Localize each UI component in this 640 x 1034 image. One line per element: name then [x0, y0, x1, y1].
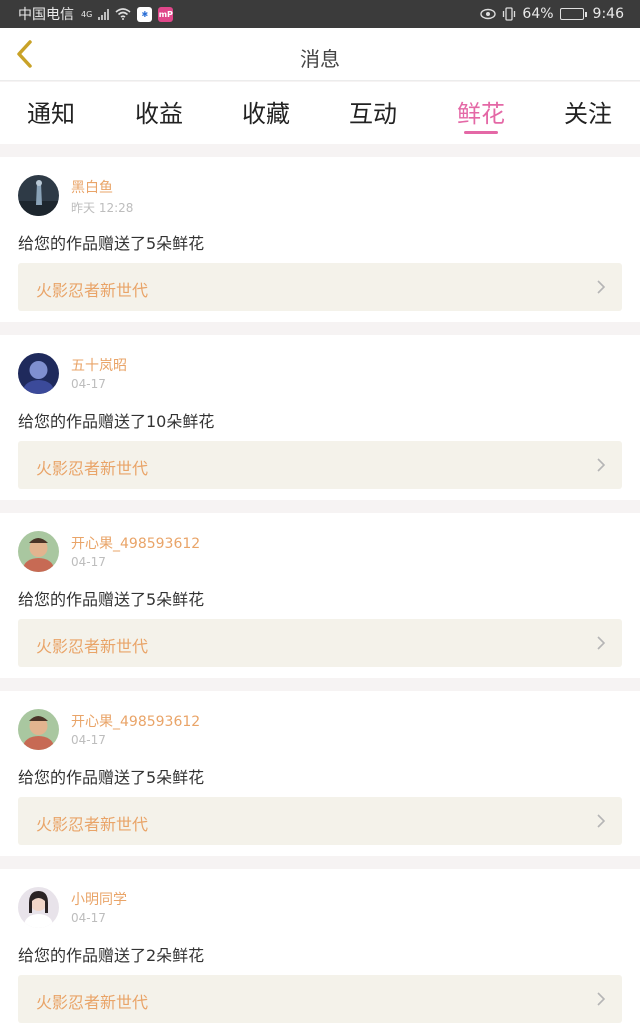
chevron-right-icon	[597, 458, 606, 472]
work-title: 火影忍者新世代	[36, 459, 149, 478]
vibrate-icon	[503, 7, 516, 21]
status-left: 中国电信 4G ✱ mP	[18, 4, 174, 24]
chevron-right-icon	[597, 814, 606, 828]
carrier-name: 中国电信	[18, 7, 74, 23]
clock: 9:46	[592, 6, 624, 22]
tab-following[interactable]: 关注	[564, 94, 612, 129]
avatar[interactable]	[18, 709, 59, 750]
active-tab-indicator	[464, 131, 498, 134]
chevron-right-icon	[597, 992, 606, 1006]
avatar[interactable]	[18, 887, 59, 928]
tab-flowers[interactable]: 鲜花	[457, 94, 505, 129]
battery-percent: 64%	[522, 6, 554, 22]
chevron-right-icon	[597, 280, 606, 294]
username[interactable]: 开心果_498593612	[71, 533, 200, 553]
timestamp: 04-17	[71, 377, 106, 391]
work-title: 火影忍者新世代	[36, 993, 149, 1012]
timestamp: 04-17	[71, 911, 106, 925]
work-link[interactable]: 火影忍者新世代	[18, 797, 622, 845]
work-title: 火影忍者新世代	[36, 637, 149, 656]
tab-earnings[interactable]: 收益	[135, 94, 183, 129]
status-right: 64% 9:46	[480, 6, 624, 22]
message-card: 开心果_498593612 04-17 给您的作品赠送了5朵鲜花 火影忍者新世代	[0, 691, 640, 856]
tab-interactions[interactable]: 互动	[349, 94, 397, 129]
message-card: 小明同学 04-17 给您的作品赠送了2朵鲜花 火影忍者新世代	[0, 869, 640, 1034]
message-text: 给您的作品赠送了2朵鲜花	[18, 946, 205, 965]
work-title: 火影忍者新世代	[36, 281, 149, 300]
message-text: 给您的作品赠送了10朵鲜花	[18, 412, 215, 431]
tab-bar: 通知 收益 收藏 互动 鲜花 关注	[0, 82, 640, 144]
avatar[interactable]	[18, 175, 59, 216]
work-link[interactable]: 火影忍者新世代	[18, 975, 622, 1023]
chevron-right-icon	[597, 636, 606, 650]
signal-icon	[98, 8, 110, 20]
timestamp: 04-17	[71, 733, 106, 747]
avatar[interactable]	[18, 531, 59, 572]
timestamp: 04-17	[71, 555, 106, 569]
message-card: 五十岚昭 04-17 给您的作品赠送了10朵鲜花 火影忍者新世代	[0, 335, 640, 500]
message-text: 给您的作品赠送了5朵鲜花	[18, 234, 205, 253]
username[interactable]: 小明同学	[71, 889, 127, 909]
username[interactable]: 五十岚昭	[71, 355, 127, 375]
app-notification-icon: ✱	[137, 6, 153, 22]
work-title: 火影忍者新世代	[36, 815, 149, 834]
username[interactable]: 开心果_498593612	[71, 711, 200, 731]
work-link[interactable]: 火影忍者新世代	[18, 619, 622, 667]
timestamp: 昨天 12:28	[71, 201, 134, 215]
page-title: 消息	[300, 47, 340, 71]
battery-icon	[559, 8, 587, 20]
message-text: 给您的作品赠送了5朵鲜花	[18, 590, 205, 609]
work-link[interactable]: 火影忍者新世代	[18, 263, 622, 311]
nav-bar: 消息	[0, 28, 640, 81]
username[interactable]: 黑白鱼	[71, 177, 113, 197]
wifi-icon	[115, 8, 131, 20]
message-card: 黑白鱼 昨天 12:28 给您的作品赠送了5朵鲜花 火影忍者新世代	[0, 157, 640, 322]
network-type: 4G	[81, 9, 93, 19]
eye-comfort-icon	[480, 8, 497, 20]
tab-favorites[interactable]: 收藏	[242, 94, 290, 129]
status-bar: 中国电信 4G ✱ mP 64% 9:46	[0, 0, 640, 28]
work-link[interactable]: 火影忍者新世代	[18, 441, 622, 489]
app-notification-icon-2: mP	[158, 6, 174, 22]
message-text: 给您的作品赠送了5朵鲜花	[18, 768, 205, 787]
message-card: 开心果_498593612 04-17 给您的作品赠送了5朵鲜花 火影忍者新世代	[0, 513, 640, 678]
tab-notifications[interactable]: 通知	[27, 94, 75, 129]
avatar[interactable]	[18, 353, 59, 394]
